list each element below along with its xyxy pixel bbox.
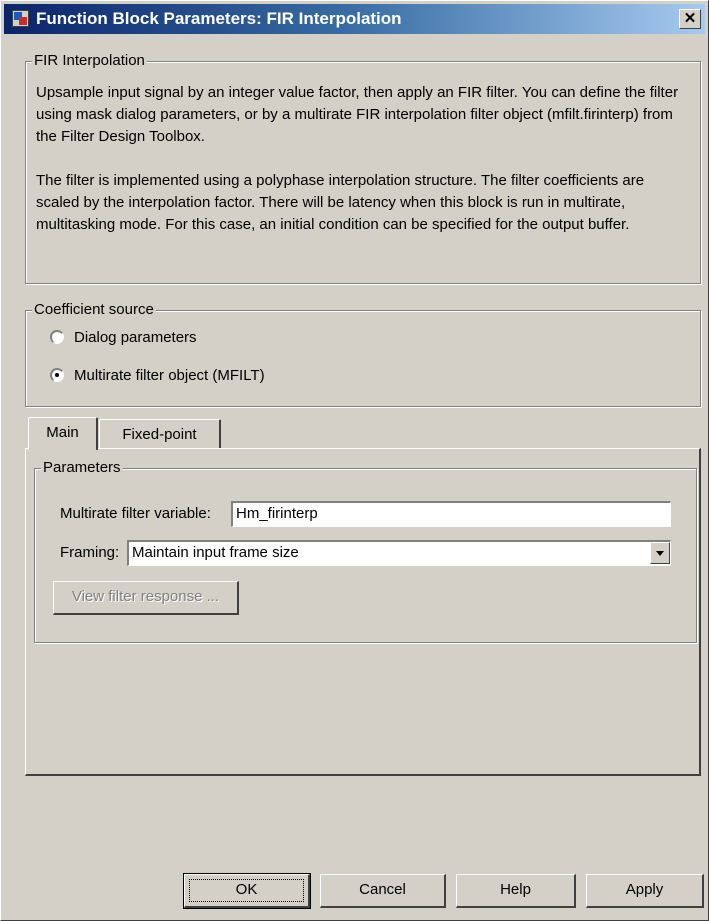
close-button[interactable]: ✕ — [679, 9, 701, 29]
tab-main[interactable]: Main — [28, 417, 98, 450]
description-paragraph-2: The filter is implemented using a polyph… — [36, 172, 645, 233]
dialog-window: Function Block Parameters: FIR Interpola… — [0, 0, 709, 921]
chevron-down-icon[interactable] — [650, 542, 670, 564]
apply-button[interactable]: Apply — [586, 874, 704, 908]
window-title: Function Block Parameters: FIR Interpola… — [36, 9, 402, 28]
description-group: FIR Interpolation Upsample input signal … — [25, 52, 701, 284]
simulink-block-icon — [12, 10, 29, 27]
description-group-label: FIR Interpolation — [32, 52, 147, 70]
description-paragraph-1: Upsample input signal by an integer valu… — [36, 84, 679, 145]
description-text: Upsample input signal by an integer valu… — [36, 82, 684, 236]
framing-selected-value: Maintain input frame size — [132, 544, 299, 561]
parameters-group-label: Parameters — [41, 459, 123, 477]
view-filter-response-button[interactable]: View filter response ... — [53, 581, 239, 615]
radio-label-multirate-filter-object: Multirate filter object (MFILT) — [74, 367, 265, 384]
coefficient-source-label: Coefficient source — [32, 301, 156, 319]
radio-button-checked[interactable] — [50, 368, 64, 382]
radio-button-unchecked[interactable] — [50, 330, 64, 344]
parameters-group: Parameters Multirate filter variable: Hm… — [34, 459, 697, 643]
framing-dropdown[interactable]: Maintain input frame size — [127, 540, 671, 566]
tab-fixed-point[interactable]: Fixed-point — [99, 419, 221, 448]
tab-panel-main: Parameters Multirate filter variable: Hm… — [25, 448, 701, 776]
cancel-button[interactable]: Cancel — [320, 874, 446, 908]
coefficient-source-group: Coefficient source Dialog parameters Mul… — [25, 301, 701, 407]
radio-label-dialog-parameters: Dialog parameters — [74, 329, 197, 346]
ok-button[interactable]: OK — [183, 873, 311, 909]
title-bar[interactable]: Function Block Parameters: FIR Interpola… — [4, 4, 705, 34]
help-button[interactable]: Help — [456, 874, 576, 908]
filter-variable-label: Multirate filter variable: — [60, 505, 211, 522]
focus-ring — [189, 879, 304, 902]
filter-variable-input[interactable]: Hm_firinterp — [231, 501, 671, 527]
framing-label: Framing: — [60, 544, 120, 561]
